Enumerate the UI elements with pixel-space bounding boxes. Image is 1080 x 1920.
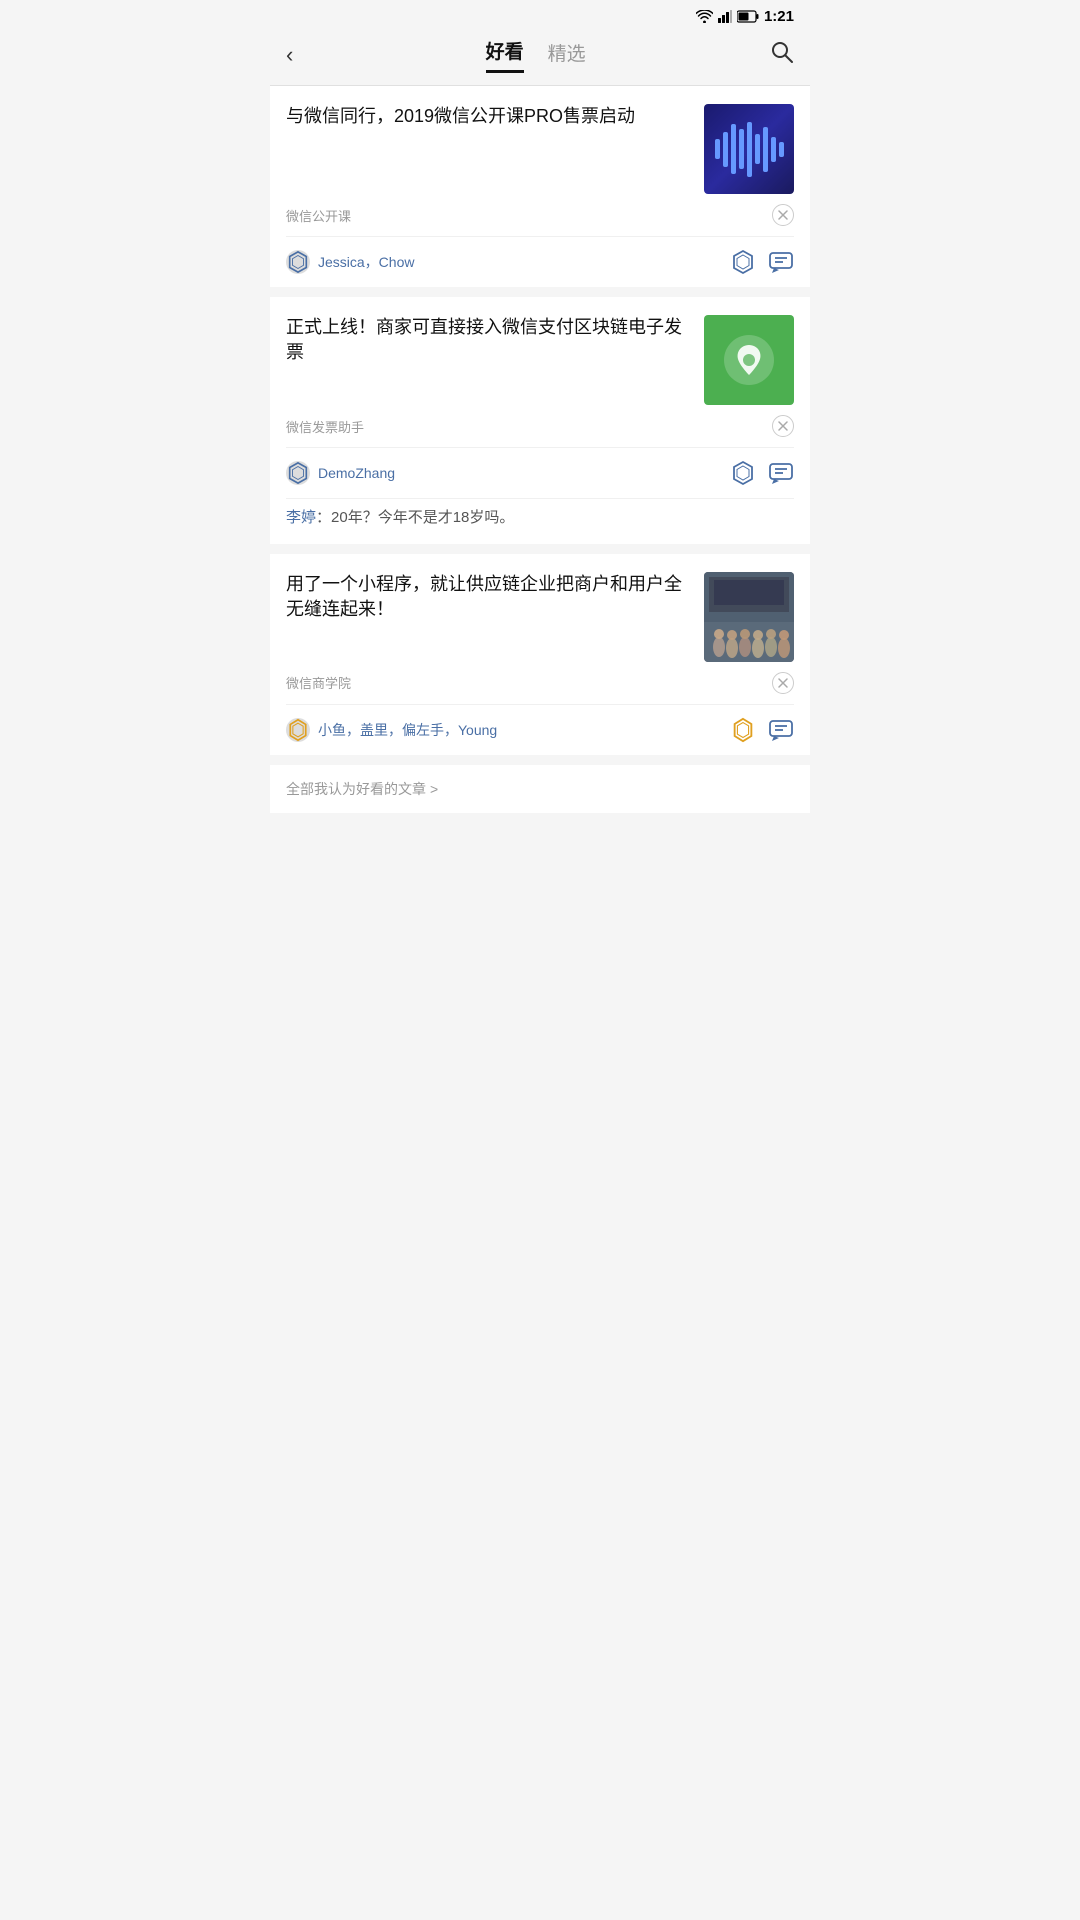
comment-text-2: 李婷：20年？今年不是才18岁吗。	[286, 507, 794, 530]
tab-jingxuan[interactable]: 精选	[548, 39, 586, 72]
likes-names-2: DemoZhang	[318, 465, 722, 481]
article-source-row-3: 微信商学院	[286, 662, 794, 704]
wave-bar	[747, 122, 752, 177]
article-card-1[interactable]: 与微信同行，2019微信公开课PRO售票启动	[270, 86, 810, 287]
likes-row-1: Jessica，Chow	[286, 236, 794, 287]
wave-bar	[755, 134, 760, 164]
likes-avatar-2	[286, 461, 310, 485]
search-button[interactable]	[770, 40, 794, 70]
article-source-1: 微信公开课	[286, 206, 351, 225]
header: ‹ 好看 精选	[270, 29, 810, 86]
action-icons-2	[730, 460, 794, 486]
likes-names-3: 小鱼，盖里，偏左手，Young	[318, 720, 722, 740]
article-main-2: 正式上线！商家可直接接入微信支付区块链电子发票	[286, 315, 794, 405]
status-time: 1:21	[764, 8, 794, 25]
likes-row-2: DemoZhang	[286, 447, 794, 498]
like-action-2[interactable]	[730, 460, 756, 486]
hexagon-icon-2	[286, 461, 310, 485]
comment-action-1[interactable]	[768, 249, 794, 275]
hexagon-icon-3	[286, 718, 310, 742]
article-title-3: 用了一个小程序，就让供应链企业把商户和用户全无缝连起来！	[286, 572, 692, 622]
article-main-3: 用了一个小程序，就让供应链企业把商户和用户全无缝连起来！	[286, 572, 794, 662]
thumb-dark-blue	[704, 104, 794, 194]
likes-avatar-1	[286, 250, 310, 274]
article-title-2: 正式上线！商家可直接接入微信支付区块链电子发票	[286, 315, 692, 365]
footer-link[interactable]: 全部我认为好看的文章 >	[270, 765, 810, 813]
article-source-row-2: 微信发票助手	[286, 405, 794, 447]
thumb-photo	[704, 572, 794, 662]
signal-icon	[718, 10, 732, 23]
wave-bar	[731, 124, 736, 174]
article-text-1: 与微信同行，2019微信公开课PRO售票启动	[286, 104, 692, 139]
wave-bar	[739, 129, 744, 169]
footer-link-arrow: >	[430, 781, 438, 797]
article-text-3: 用了一个小程序，就让供应链企业把商户和用户全无缝连起来！	[286, 572, 692, 632]
article-card-2[interactable]: 正式上线！商家可直接接入微信支付区块链电子发票 微信发票助手	[270, 297, 810, 544]
hexagon-action-icon-3	[730, 716, 756, 744]
article-text-2: 正式上线！商家可直接接入微信支付区块链电子发票	[286, 315, 692, 375]
comment-action-2[interactable]	[768, 460, 794, 486]
article-thumb-2	[704, 315, 794, 405]
article-source-row-1: 微信公开课	[286, 194, 794, 236]
battery-icon	[737, 10, 759, 23]
tab-haokan[interactable]: 好看	[486, 37, 524, 73]
hexagon-action-icon-2	[730, 460, 756, 486]
article-source-2: 微信发票助手	[286, 417, 364, 436]
comment-content-2: ：20年？今年不是才18岁吗。	[316, 509, 514, 526]
back-button[interactable]: ‹	[286, 38, 301, 72]
wave-bar	[779, 142, 784, 157]
content: 与微信同行，2019微信公开课PRO售票启动	[270, 86, 810, 813]
action-icons-1	[730, 249, 794, 275]
article-source-3: 微信商学院	[286, 673, 351, 692]
wave-bar	[771, 137, 776, 162]
commenter-name-2: 李婷	[286, 509, 316, 526]
dismiss-button-2[interactable]	[772, 415, 794, 437]
thumb-green	[704, 315, 794, 405]
action-icons-3	[730, 717, 794, 743]
hexagon-icon-1	[286, 250, 310, 274]
article-title-1: 与微信同行，2019微信公开课PRO售票启动	[286, 104, 692, 129]
like-action-3[interactable]	[730, 717, 756, 743]
article-thumb-3	[704, 572, 794, 662]
likes-row-3: 小鱼，盖里，偏左手，Young	[286, 704, 794, 755]
likes-names-1: Jessica，Chow	[318, 252, 722, 272]
wave-bar	[723, 132, 728, 167]
article-card-3[interactable]: 用了一个小程序，就让供应链企业把商户和用户全无缝连起来！	[270, 554, 810, 755]
comment-icon-3	[768, 717, 794, 743]
green-icon	[724, 335, 774, 385]
comment-icon-1	[768, 249, 794, 275]
likes-avatar-3	[286, 718, 310, 742]
status-icons: 1:21	[696, 8, 794, 25]
waveform	[715, 119, 784, 179]
wave-bar	[763, 127, 768, 172]
article-main-1: 与微信同行，2019微信公开课PRO售票启动	[286, 104, 794, 194]
like-action-1[interactable]	[730, 249, 756, 275]
header-tabs: 好看 精选	[486, 37, 586, 73]
dismiss-button-3[interactable]	[772, 672, 794, 694]
comment-preview-2: 李婷：20年？今年不是才18岁吗。	[286, 498, 794, 544]
footer-link-text: 全部我认为好看的文章	[286, 779, 426, 799]
comment-icon-2	[768, 460, 794, 486]
wave-bar	[715, 139, 720, 159]
status-bar: 1:21	[270, 0, 810, 29]
hexagon-action-icon-1	[730, 249, 756, 275]
wifi-icon	[696, 10, 713, 23]
comment-action-3[interactable]	[768, 717, 794, 743]
article-thumb-1	[704, 104, 794, 194]
dismiss-button-1[interactable]	[772, 204, 794, 226]
